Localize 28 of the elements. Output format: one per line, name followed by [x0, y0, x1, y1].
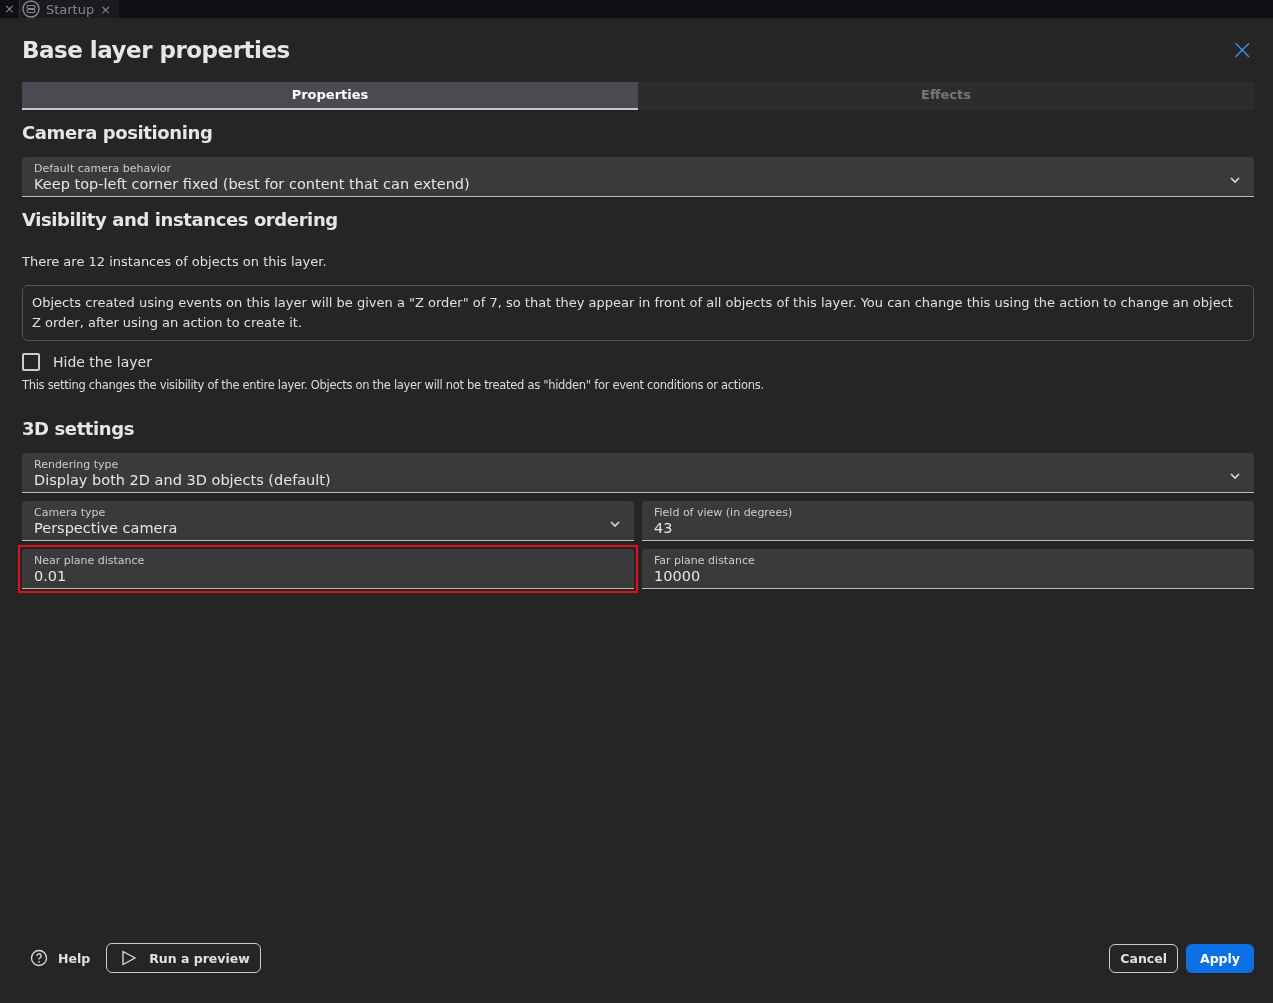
editor-tab[interactable]: Startup × — [19, 0, 120, 18]
chevron-down-icon — [1230, 473, 1240, 479]
info-box: Objects created using events on this layer will be given a "Z order" of 7, so that they appear in front of all objects of this layer. You can change this using the action to change an object Z order, after using an action to create it. — [22, 285, 1254, 341]
select-field[interactable]: Camera type Perspective camera — [22, 501, 634, 541]
section-heading: 3D settings — [22, 418, 136, 439]
chevron-down-icon — [1230, 177, 1240, 183]
layers-icon — [21, 0, 40, 18]
input-field[interactable]: Far plane distance 10000 — [642, 549, 1254, 589]
section-heading: Camera positioning — [22, 122, 214, 143]
select-field[interactable]: Rendering type Display both 2D and 3D objects (default) — [22, 453, 1254, 493]
close-button[interactable]: × — [1230, 36, 1254, 64]
run-preview-button[interactable]: Run a preview — [106, 943, 261, 973]
apply-button[interactable]: Apply — [1186, 943, 1254, 973]
help-button[interactable]: Help — [22, 943, 99, 973]
help-text: This setting changes the visibility of the entire layer. Objects on the layer will not be treated as "hidden" for event conditions or actions. — [22, 378, 765, 392]
select-field[interactable]: Default camera behavior Keep top-left corner fixed (best for content that can extend) — [22, 157, 1254, 197]
cancel-button[interactable]: Cancel — [1109, 943, 1178, 973]
dialog-title: Base layer properties — [22, 37, 290, 63]
section-heading: Visibility and instances ordering — [22, 209, 339, 230]
tab[interactable]: Properties — [22, 82, 638, 110]
input-field[interactable]: Near plane distance 0.01 — [22, 549, 634, 589]
instances-text: There are 12 instances of objects on this layer. — [22, 254, 328, 269]
hide-layer-checkbox[interactable]: Hide the layer — [22, 353, 1254, 371]
play-icon — [121, 950, 138, 966]
input-field[interactable]: Field of view (in degrees) 43 — [642, 501, 1254, 541]
tab-close-button[interactable]: × — [0, 0, 20, 18]
chevron-down-icon — [610, 521, 620, 527]
help-icon — [30, 949, 48, 967]
